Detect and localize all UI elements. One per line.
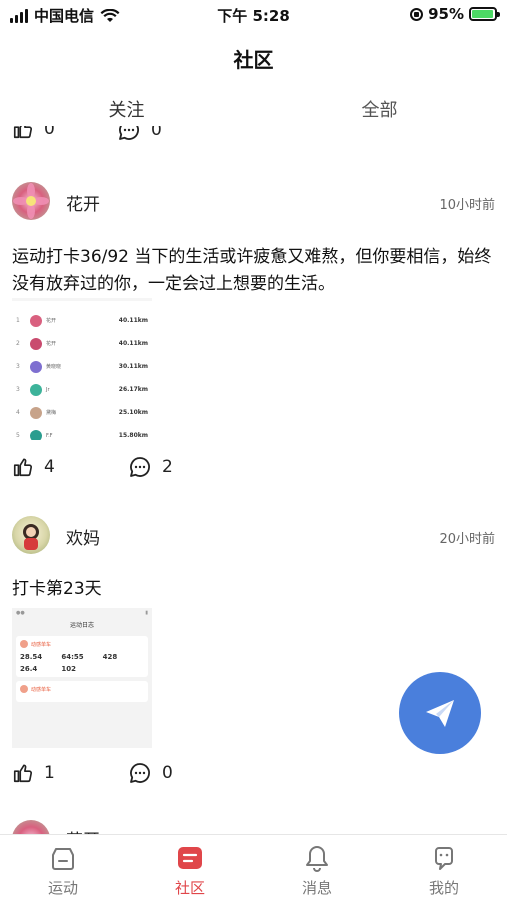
like-count: 1 [44, 763, 55, 783]
compose-post-button[interactable] [399, 672, 481, 754]
like-button[interactable]: 0 [12, 126, 55, 140]
cartoon-avatar-icon [23, 524, 39, 550]
comment-button[interactable]: 2 [128, 455, 173, 479]
nav-item-profile[interactable]: 我的 [381, 843, 507, 898]
log-card: 动感单车 28.54 64:55 428 26.4 102 [16, 636, 148, 677]
like-button[interactable]: 4 [12, 456, 55, 478]
leaderboard-row: 2 花开 40.11km [12, 332, 152, 355]
comment-button[interactable]: 0 [117, 126, 162, 142]
nav-label: 运动 [47, 879, 78, 897]
post-username[interactable]: 花开 [66, 190, 100, 215]
comment-icon [130, 763, 150, 783]
post-card[interactable]: 花开 [0, 820, 507, 834]
community-icon [178, 847, 202, 869]
feed-tabs: 关注 全部 [0, 96, 507, 126]
nav-item-sport[interactable]: 运动 [0, 843, 126, 898]
tab-follow[interactable]: 关注 [0, 96, 253, 122]
thumbs-up-icon [13, 126, 32, 139]
comment-icon [130, 457, 150, 477]
previous-post-actions: 0 0 [12, 126, 312, 140]
nav-item-community[interactable]: 社区 [127, 843, 253, 898]
status-bar: 中国电信 下午 5:28 95% [0, 0, 507, 30]
thumbs-up-icon [13, 458, 32, 477]
avatar[interactable] [12, 820, 50, 834]
post-text: 运动打卡36/92 当下的生活或许疲惫又难熬，但你要相信，始终没有放弃过的你，一… [12, 247, 492, 294]
leaderboard-row: 5 F.F 15.80km [12, 424, 152, 440]
battery-percent: 95% [428, 5, 464, 23]
workout-log-screenshot: ●● ▮ 运动日志 动感单车 28.54 64:55 428 26.4 102 动… [12, 608, 152, 748]
leaderboard-row: 3 黄晓晓 30.11km [12, 355, 152, 378]
post-image[interactable]: 1 花开 40.11km 2 花开 40.11km 3 黄晓晓 30.11km [12, 298, 152, 440]
mini-status-bar: ●● ▮ [16, 610, 148, 616]
post-time: 20小时前 [439, 532, 495, 547]
post-image[interactable]: ●● ▮ 运动日志 动感单车 28.54 64:55 428 26.4 102 动… [12, 608, 152, 748]
sport-icon [52, 848, 74, 870]
leaderboard-screenshot: 1 花开 40.11km 2 花开 40.11km 3 黄晓晓 30.11km [12, 298, 152, 440]
comment-count: 2 [162, 457, 173, 477]
nav-label: 社区 [174, 879, 205, 897]
profile-icon [435, 847, 453, 870]
post-text: 打卡第23天 [12, 579, 102, 599]
post-card[interactable]: 欢妈 20小时前 打卡第23天 ●● ▮ 运动日志 动感单车 28.54 64:5… [0, 514, 507, 804]
log-card: 动感单车 [16, 681, 148, 702]
post-time: 10小时前 [439, 198, 495, 213]
avatar[interactable] [12, 182, 50, 220]
thumbs-up-icon [13, 764, 32, 783]
comment-count: 0 [162, 763, 173, 783]
post-username[interactable]: 花开 [66, 826, 100, 834]
nav-label: 消息 [301, 879, 332, 897]
post-card[interactable]: 花开 10小时前 运动打卡36/92 当下的生活或许疲惫又难熬，但你要相信，始终… [0, 180, 507, 490]
leaderboard-row: 1 花开 40.11km [12, 309, 152, 332]
status-right: 95% [410, 5, 500, 23]
bell-icon [306, 846, 328, 872]
paper-plane-icon [426, 700, 454, 727]
flower-avatar-icon [13, 183, 49, 219]
comment-button[interactable]: 0 [128, 761, 173, 785]
comment-count: 0 [151, 126, 162, 140]
leaderboard-row: 4 黛梅 25.10km [12, 401, 152, 424]
like-button[interactable]: 1 [12, 762, 55, 784]
comment-icon [119, 126, 139, 140]
avatar[interactable] [12, 516, 50, 554]
like-count: 4 [44, 457, 55, 477]
leaderboard-row: 3 Jr 26.17km [12, 378, 152, 401]
bottom-nav: 运动 社区 消息 我的 [0, 834, 507, 900]
battery-icon [469, 7, 500, 21]
post-username[interactable]: 欢妈 [66, 524, 100, 549]
page-title: 社区 [233, 48, 274, 72]
like-count: 0 [44, 126, 55, 139]
tab-all[interactable]: 全部 [253, 96, 506, 122]
rotation-lock-icon [410, 7, 424, 21]
log-title: 运动日志 [69, 622, 94, 629]
nav-label: 我的 [428, 879, 459, 897]
nav-item-messages[interactable]: 消息 [254, 843, 380, 898]
